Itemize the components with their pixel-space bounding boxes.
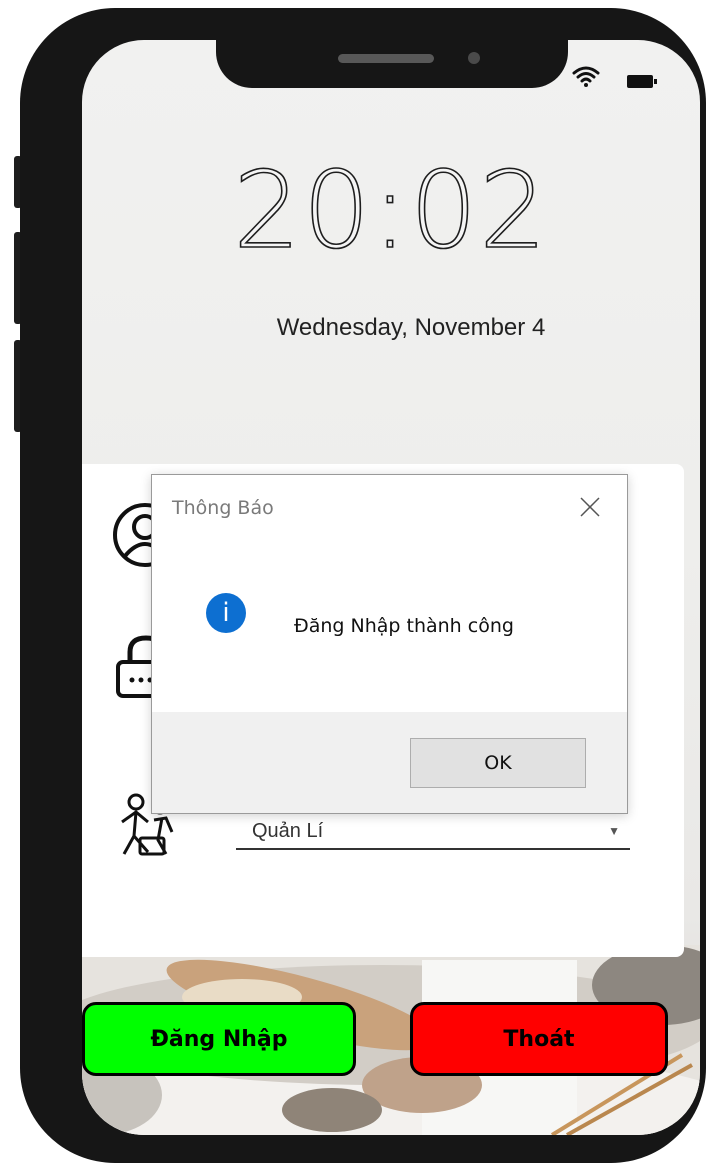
dialog-footer: OK xyxy=(152,712,627,813)
role-select[interactable]: Quản Lí ▼ xyxy=(236,816,630,850)
notification-dialog: Thông Báo i Đăng Nhập thành công OK xyxy=(151,474,628,814)
lock-screen-date: Wednesday, November 4 xyxy=(276,314,546,341)
dialog-title: Thông Báo xyxy=(172,497,274,519)
phone-notch xyxy=(216,40,568,88)
wifi-icon xyxy=(572,66,600,87)
role-select-value: Quản Lí xyxy=(252,820,324,842)
dialog-message: Đăng Nhập thành công xyxy=(294,615,514,637)
lock-screen-time: 20:02 xyxy=(232,149,549,272)
speaker-grille xyxy=(338,54,434,63)
info-icon: i xyxy=(206,593,246,633)
front-camera xyxy=(468,52,480,64)
exit-button[interactable]: Thoát xyxy=(410,1002,668,1076)
battery-icon xyxy=(627,75,657,88)
login-button[interactable]: Đăng Nhập xyxy=(82,1002,356,1076)
chevron-down-icon: ▼ xyxy=(608,824,620,838)
ok-button[interactable]: OK xyxy=(410,738,586,788)
close-icon[interactable] xyxy=(576,493,604,521)
